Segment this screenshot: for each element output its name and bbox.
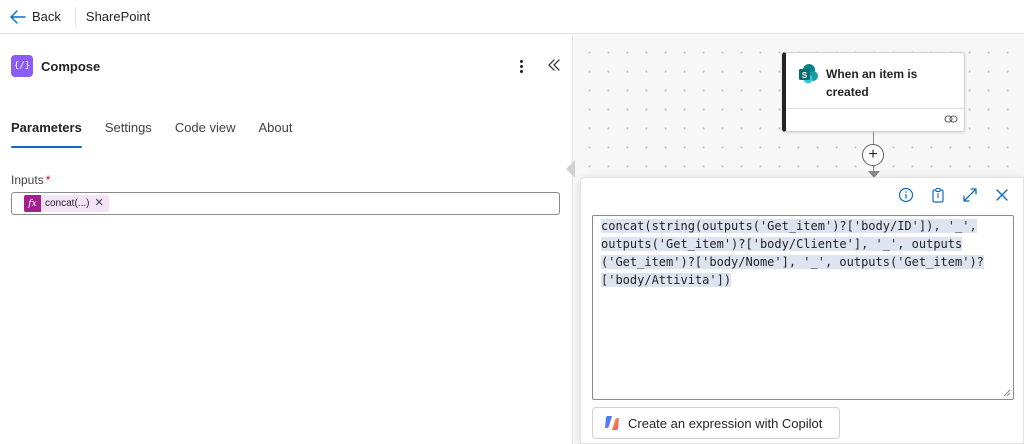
tab-parameters[interactable]: Parameters <box>11 120 82 148</box>
expression-token[interactable]: fx concat(...) ✕ <box>24 195 109 212</box>
action-title: Compose <box>41 58 101 74</box>
action-header: {/} Compose <box>11 55 100 77</box>
close-icon <box>996 189 1008 201</box>
trigger-card[interactable]: S When an item is created <box>782 52 965 132</box>
info-button[interactable] <box>897 186 915 204</box>
expression-line-text: ('Get_item')?['body/Nome'], '_', outputs… <box>601 255 984 269</box>
tab-code-view[interactable]: Code view <box>175 120 236 148</box>
page-title: SharePoint <box>85 9 151 24</box>
sharepoint-icon: S <box>799 64 818 84</box>
expression-line-text: outputs('Get_item')?['body/Cliente'], '_… <box>601 237 963 251</box>
more-options-button[interactable] <box>512 56 530 76</box>
tab-settings[interactable]: Settings <box>105 120 152 148</box>
top-bar: Back SharePoint <box>0 0 1024 34</box>
popup-pointer <box>566 160 575 178</box>
expression-textarea[interactable]: concat(string(outputs('Get_item')?['body… <box>592 215 1014 400</box>
add-action-button[interactable]: + <box>862 144 884 166</box>
expression-line: concat(string(outputs('Get_item')?['body… <box>601 217 1013 235</box>
expression-line: ('Get_item')?['body/Nome'], '_', outputs… <box>601 253 1013 271</box>
expression-line-text: concat(string(outputs('Get_item')?['body… <box>601 219 977 233</box>
clipboard-icon <box>932 187 944 203</box>
dot-icon <box>519 64 523 68</box>
arrow-left-icon <box>10 9 26 24</box>
trigger-title: When an item is created <box>826 67 918 99</box>
dot-icon <box>519 69 523 73</box>
svg-text:S: S <box>802 71 808 80</box>
token-label: concat(...) <box>45 198 90 209</box>
info-icon <box>898 187 914 203</box>
popup-toolbar <box>897 186 1011 204</box>
expression-line-text: ['body/Attivita']) <box>601 273 732 287</box>
inputs-label: Inputs * <box>11 173 50 187</box>
expand-button[interactable] <box>961 186 979 204</box>
link-icon[interactable] <box>944 113 958 125</box>
back-label: Back <box>32 9 61 24</box>
tab-list: Parameters Settings Code view About <box>11 120 316 148</box>
expression-line: outputs('Get_item')?['body/Cliente'], '_… <box>601 235 1013 253</box>
dot-icon <box>519 59 523 63</box>
resize-grip-icon[interactable] <box>1003 389 1011 397</box>
inputs-label-text: Inputs <box>11 173 44 187</box>
compose-icon: {/} <box>11 55 33 77</box>
copilot-icon <box>605 416 619 430</box>
card-divider <box>786 108 964 109</box>
collapse-panel-icon[interactable] <box>546 57 562 73</box>
back-button[interactable]: Back <box>0 0 69 34</box>
copilot-button-label: Create an expression with Copilot <box>628 415 823 431</box>
expression-line: ['body/Attivita']) <box>601 271 1013 289</box>
function-icon: fx <box>24 195 41 212</box>
action-details-panel: {/} Compose Parameters Settings Code vie… <box>0 35 573 444</box>
copilot-expression-button[interactable]: Create an expression with Copilot <box>592 407 840 439</box>
inputs-field[interactable]: fx concat(...) ✕ <box>11 192 560 215</box>
tab-about[interactable]: About <box>259 120 293 148</box>
remove-token-icon[interactable]: ✕ <box>94 195 108 212</box>
close-button[interactable] <box>993 186 1011 204</box>
expression-editor-popup: concat(string(outputs('Get_item')?['body… <box>580 177 1024 444</box>
paste-button[interactable] <box>929 186 947 204</box>
expand-icon <box>963 188 977 202</box>
required-mark: * <box>45 173 51 187</box>
divider <box>74 6 76 27</box>
